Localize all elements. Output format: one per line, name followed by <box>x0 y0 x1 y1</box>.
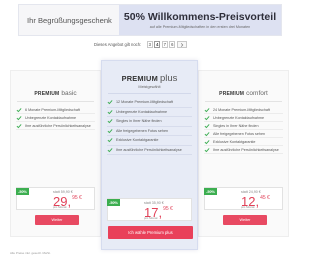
pricing-plans: PREMIUM basic 6 Monate Premium-Mitglieds… <box>0 57 300 254</box>
banner-subtitle: auf alle Premium-Mitgliedschaften in den… <box>149 25 251 29</box>
plan-title-bold: PREMIUM <box>219 91 245 97</box>
feature-item: Alle freigegebenen Fotos sehen <box>107 127 192 136</box>
feature-label: Unbegrenzte Kontaktaufnahme <box>25 115 77 120</box>
feature-item: Unbegrenzte Kontaktaufnahme <box>16 114 95 122</box>
feature-list: 12 Monate Premium-Mitgliedschaft Unbegre… <box>107 98 192 155</box>
check-icon <box>204 123 210 128</box>
feature-item: Singles in Ihrer Nähe finden <box>204 122 283 130</box>
feature-item: Exklusive Kontaktgarantie <box>107 136 192 146</box>
chevron-right-icon <box>176 41 187 48</box>
check-icon <box>107 100 113 105</box>
feature-label: 6 Monate Premium-Mitgliedschaft <box>25 107 80 112</box>
feature-list: 24 Monate Premium-Mitgliedschaft Unbegre… <box>204 106 283 154</box>
divider <box>205 101 282 102</box>
check-icon <box>107 128 113 134</box>
feature-item: Singles in Ihrer Nähe finden <box>107 117 192 127</box>
feature-label: Unbegrenzte Kontaktaufnahme <box>213 115 265 120</box>
continue-button-comfort[interactable]: Weiter <box>223 215 267 225</box>
price-box: -50% statt 59,90 € 29, 95 € pro Monat <box>16 187 95 210</box>
check-icon <box>204 115 210 120</box>
feature-label: Ihre ausführliche Persönlichkeitsanalyse <box>25 123 91 128</box>
feature-item: Ihre ausführliche Persönlichkeitsanalyse <box>107 146 192 155</box>
plan-card-comfort: PREMIUM comfort 24 Monate Premium-Mitgli… <box>198 70 289 237</box>
feature-label: Exklusive Kontaktgarantie <box>116 138 159 143</box>
plan-title-light: comfort <box>246 90 268 97</box>
welcome-banner: Ihr Begrüßungsgeschenk 50% Willkommens-P… <box>18 4 282 36</box>
feature-label: 24 Monate Premium-Mitgliedschaft <box>213 107 270 112</box>
offer-countdown: Dieses Angebot gilt noch: 3 4 7 6 <box>94 39 187 50</box>
check-icon <box>107 109 113 115</box>
check-icon <box>107 138 113 143</box>
feature-label: Ihre ausführliche Persönlichkeitsanalyse <box>213 147 279 152</box>
feature-item: Alle freigegebenen Fotos sehen <box>204 130 283 138</box>
banner-title: 50% Willkommens-Preisvorteil <box>123 11 277 23</box>
feature-label: Alle freigegebenen Fotos sehen <box>213 131 266 136</box>
choose-premium-plus-button[interactable]: Ich wähle Premium plus <box>108 226 193 239</box>
check-icon <box>204 131 210 136</box>
price-cents: 45 € <box>260 195 270 201</box>
plan-title-bold: PREMIUM <box>121 74 158 83</box>
countdown-digit: 7 <box>161 41 168 48</box>
feature-item: Exklusive Kontaktgarantie <box>204 138 283 146</box>
countdown-digit: 6 <box>169 41 176 48</box>
feature-label: Singles in Ihrer Nähe finden <box>116 119 162 124</box>
plan-title-light: plus <box>159 73 178 84</box>
feature-label: Singles in Ihrer Nähe finden <box>213 123 259 128</box>
feature-label: Alle freigegebenen Fotos sehen <box>116 128 169 133</box>
countdown-digit: 3 <box>146 41 153 48</box>
continue-button-basic[interactable]: Weiter <box>35 215 79 225</box>
discount-badge: -50% <box>204 188 217 195</box>
price-note: pro Monat <box>241 205 255 209</box>
feature-item: Ihre ausführliche Persönlichkeitsanalyse <box>204 146 283 154</box>
price-cents: 95 € <box>72 195 82 201</box>
feature-item: 24 Monate Premium-Mitgliedschaft <box>204 106 283 114</box>
plan-title: PREMIUM plus <box>102 73 197 84</box>
check-icon <box>16 107 22 112</box>
plan-title: PREMIUM basic <box>11 90 100 97</box>
price-box: -50% statt 35,90 € 17, 95 € pro Monat <box>107 198 192 221</box>
banner-offer: 50% Willkommens-Preisvorteil auf alle Pr… <box>119 5 281 35</box>
check-icon <box>204 139 210 144</box>
divider <box>17 101 94 102</box>
feature-label: 12 Monate Premium-Mitgliedschaft <box>116 100 173 105</box>
plan-title-light: basic <box>61 90 77 97</box>
check-icon <box>16 115 22 120</box>
feature-item: Unbegrenzte Kontaktaufnahme <box>107 108 192 117</box>
price-note: pro Monat <box>53 205 67 209</box>
feature-label: Unbegrenzte Kontaktaufnahme <box>116 109 168 114</box>
banner-gift-text: Ihr Begrüßungsgeschenk <box>19 5 119 35</box>
price-note: pro Monat <box>144 216 158 220</box>
discount-badge: -50% <box>16 188 29 195</box>
feature-label: Exklusive Kontaktgarantie <box>213 139 256 144</box>
feature-item: 12 Monate Premium-Mitgliedschaft <box>107 98 192 108</box>
plan-card-basic: PREMIUM basic 6 Monate Premium-Mitglieds… <box>10 70 101 237</box>
divider <box>108 93 191 94</box>
offer-label: Dieses Angebot gilt noch: <box>94 42 142 47</box>
plan-card-plus: PREMIUM plus Meistgewählt 12 Monate Prem… <box>101 60 198 250</box>
discount-badge: -50% <box>107 199 120 206</box>
feature-label: Ihre ausführliche Persönlichkeitsanalyse <box>116 147 182 152</box>
check-icon <box>204 147 210 152</box>
price-box: -50% statt 24,90 € 12, 45 € pro Monat <box>204 187 283 210</box>
footnote: Alle Preise inkl. gesetzl. MwSt. <box>10 251 51 255</box>
check-icon <box>204 107 210 112</box>
price-cents: 95 € <box>163 206 173 212</box>
feature-item: Unbegrenzte Kontaktaufnahme <box>204 114 283 122</box>
check-icon <box>16 123 22 128</box>
check-icon <box>107 119 113 124</box>
check-icon <box>107 147 113 153</box>
feature-item: 6 Monate Premium-Mitgliedschaft <box>16 106 95 114</box>
countdown-digit: 4 <box>154 41 161 48</box>
plan-title: PREMIUM comfort <box>199 90 288 97</box>
feature-list: 6 Monate Premium-Mitgliedschaft Unbegren… <box>16 106 95 130</box>
most-chosen-badge: Meistgewählt <box>138 85 161 89</box>
plan-title-bold: PREMIUM <box>34 91 60 97</box>
feature-item: Ihre ausführliche Persönlichkeitsanalyse <box>16 122 95 130</box>
